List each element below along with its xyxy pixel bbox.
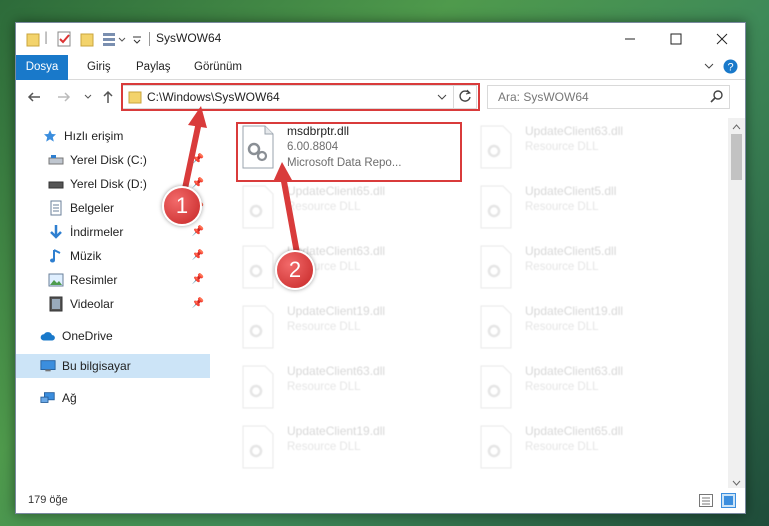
arrow-1-head [188, 106, 207, 128]
annotation-arrows [180, 106, 300, 256]
arrow-2 [280, 173, 300, 256]
arrow-2-head [273, 162, 292, 182]
step-badge-1: 1 [162, 186, 202, 226]
step-badge-2: 2 [275, 250, 315, 290]
